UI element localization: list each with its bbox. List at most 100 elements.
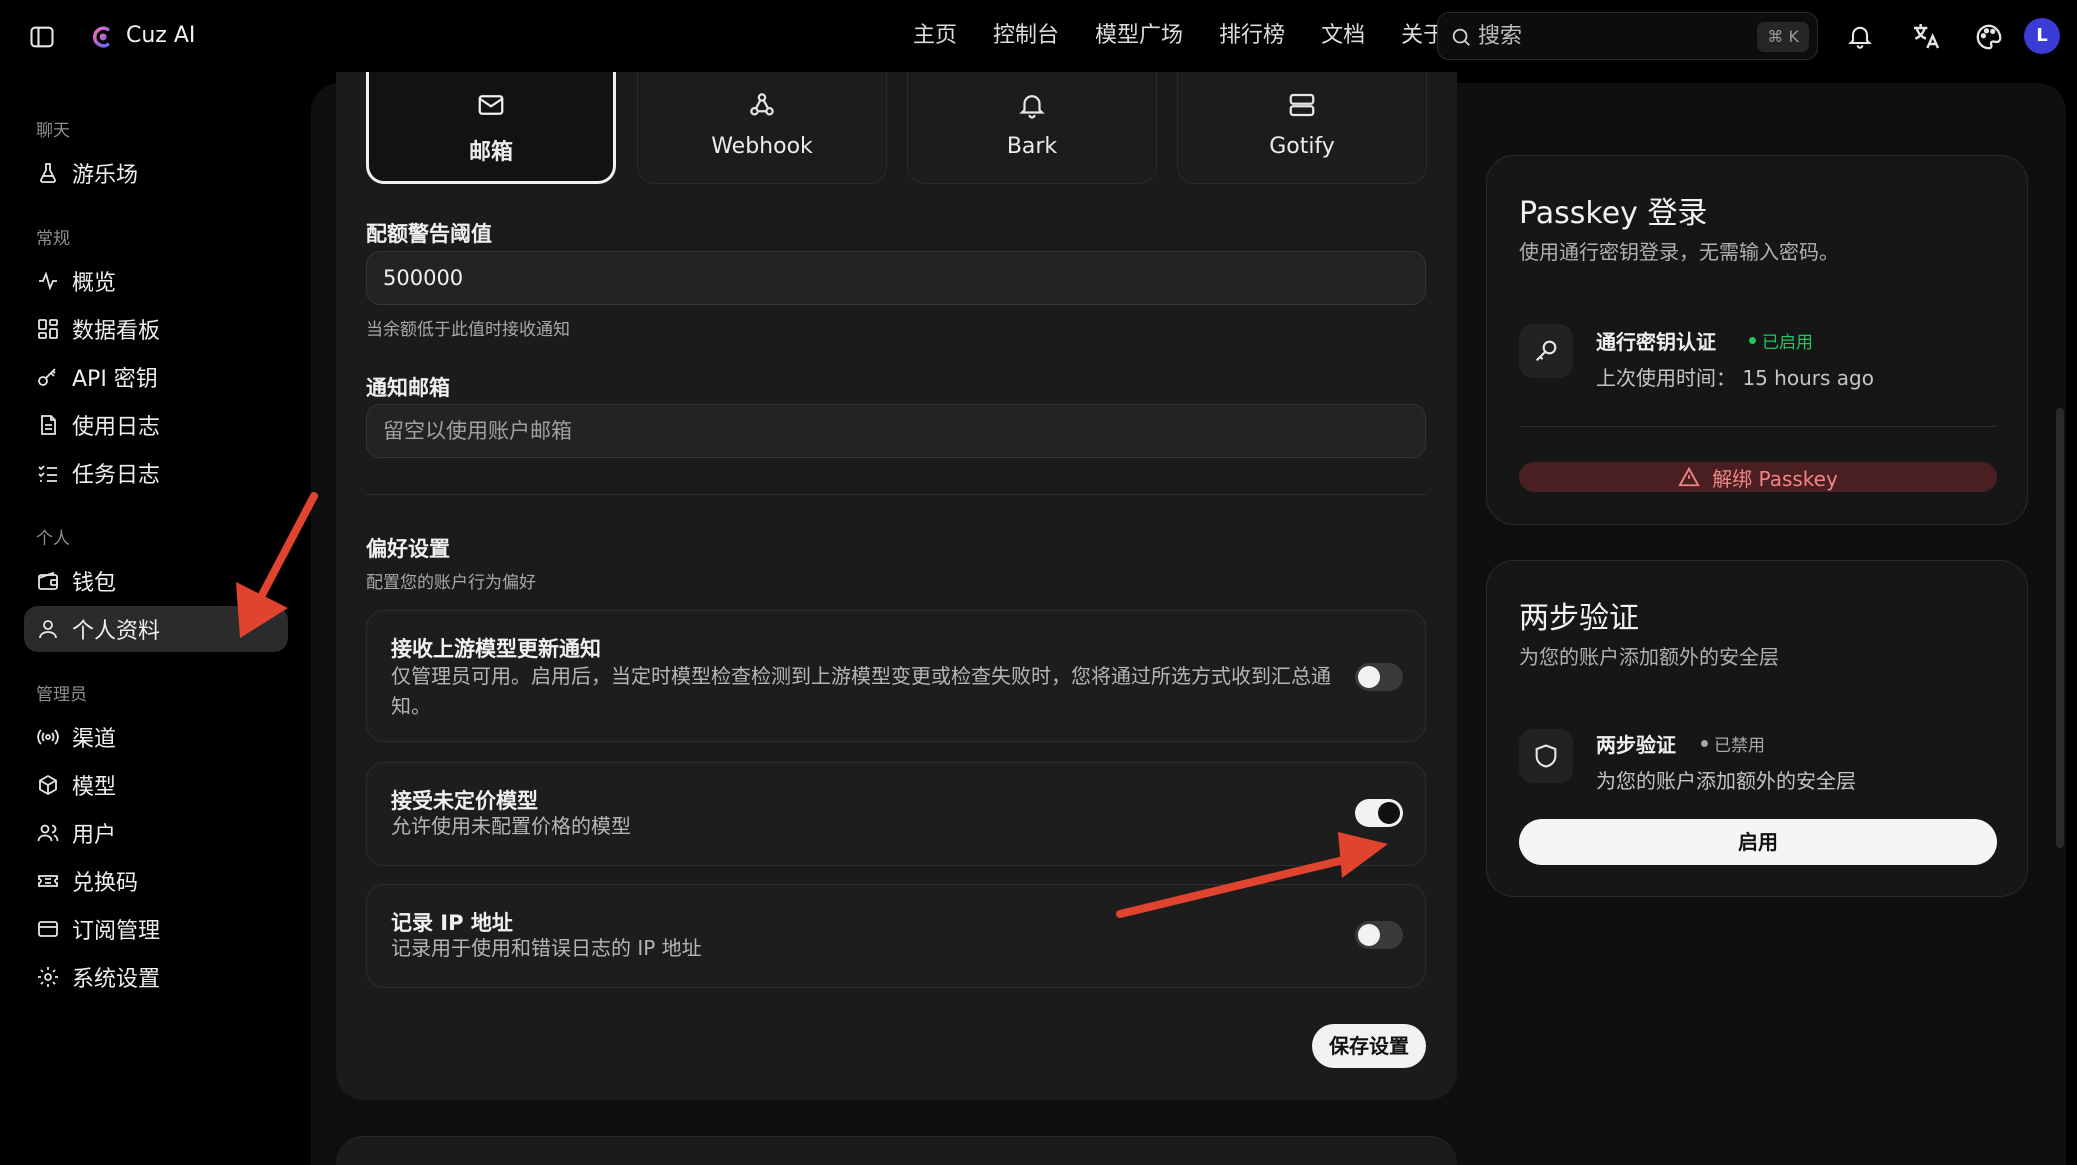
- server-icon: [1289, 93, 1315, 117]
- pref-record-ip: 记录 IP 地址 记录用于使用和错误日志的 IP 地址: [366, 884, 1426, 988]
- theme-palette-icon[interactable]: [1974, 22, 2004, 52]
- search-placeholder: 搜索: [1478, 24, 1523, 49]
- sidebar-item-redeem-codes[interactable]: 兑换码: [24, 858, 288, 904]
- user-avatar[interactable]: L: [2024, 18, 2060, 54]
- accept-unpriced-toggle[interactable]: [1355, 799, 1403, 827]
- gear-icon: [38, 967, 58, 987]
- wallet-icon: [38, 571, 58, 590]
- search-icon: [1450, 26, 1472, 48]
- tab-gotify[interactable]: Gotify: [1177, 72, 1427, 184]
- nav-leaderboard[interactable]: 排行榜: [1201, 18, 1303, 54]
- tab-webhook[interactable]: Webhook: [637, 72, 887, 184]
- sidebar-item-system-settings[interactable]: 系统设置: [24, 954, 288, 1000]
- sidebar-item-usage-logs[interactable]: 使用日志: [24, 402, 288, 448]
- passkey-title: Passkey 登录: [1519, 196, 1708, 231]
- sidebar-item-wallet[interactable]: 钱包: [24, 558, 288, 604]
- notify-email-input[interactable]: 留空以使用账户邮箱: [366, 404, 1426, 458]
- passkey-card: Passkey 登录 使用通行密钥登录，无需输入密码。 通行密钥认证 已启用 上…: [1486, 155, 2028, 525]
- two-factor-card: 两步验证 为您的账户添加额外的安全层 两步验证 已禁用 为您的账户添加额外的安全…: [1486, 560, 2028, 897]
- pref-title: 接收上游模型更新通知: [391, 637, 601, 661]
- notifications-bell-icon[interactable]: [1846, 22, 1874, 50]
- list-checks-icon: [38, 465, 57, 482]
- bell-icon: [1019, 95, 1045, 119]
- tab-bark[interactable]: Bark: [907, 72, 1157, 184]
- key-icon: [1535, 340, 1557, 362]
- enable-2fa-button[interactable]: 启用: [1519, 819, 1997, 865]
- two-factor-item-title: 两步验证: [1596, 733, 1676, 757]
- passkey-divider: [1519, 426, 1997, 427]
- pref-upstream-model-notify: 接收上游模型更新通知 仅管理员可用。启用后，当定时模型检查检测到上游模型变更或检…: [366, 610, 1426, 742]
- sidebar-toggle-icon[interactable]: [28, 23, 56, 51]
- sidebar-section-general: 常规: [36, 229, 70, 249]
- shield-icon: [1535, 744, 1557, 768]
- passkey-icon-box: [1519, 324, 1573, 378]
- next-section-card: [336, 1136, 1457, 1165]
- two-factor-title: 两步验证: [1519, 601, 1639, 636]
- pref-desc: 允许使用未配置价格的模型: [391, 814, 631, 838]
- preferences-subtitle: 配置您的账户行为偏好: [366, 573, 536, 593]
- sidebar-item-users[interactable]: 用户: [24, 810, 288, 856]
- sidebar-item-channels[interactable]: 渠道: [24, 714, 288, 760]
- sidebar-section-admin: 管理员: [36, 685, 87, 705]
- sidebar-item-playground[interactable]: 游乐场: [24, 150, 288, 196]
- pref-accept-unpriced-models: 接受未定价模型 允许使用未配置价格的模型: [366, 762, 1426, 866]
- two-factor-item-desc: 为您的账户添加额外的安全层: [1596, 769, 1856, 793]
- radio-signal-icon: [37, 729, 59, 745]
- mail-icon: [478, 95, 504, 115]
- quota-threshold-help: 当余额低于此值时接收通知: [366, 320, 570, 340]
- quota-threshold-input[interactable]: 500000: [366, 251, 1426, 305]
- webhook-icon: [750, 93, 774, 116]
- pref-desc: 记录用于使用和错误日志的 IP 地址: [391, 936, 702, 960]
- language-icon[interactable]: [1910, 20, 1942, 52]
- nav-model-square[interactable]: 模型广场: [1077, 18, 1201, 54]
- sidebar-item-subscriptions[interactable]: 订阅管理: [24, 906, 288, 952]
- sidebar-item-overview[interactable]: 概览: [24, 258, 288, 304]
- sidebar-item-profile[interactable]: 个人资料: [24, 606, 288, 652]
- logo-icon[interactable]: [88, 23, 116, 51]
- passkey-item-title: 通行密钥认证: [1596, 330, 1716, 354]
- quota-threshold-label: 配额警告阈值: [366, 222, 492, 246]
- passkey-subtitle: 使用通行密钥登录，无需输入密码。: [1519, 240, 1839, 264]
- box-icon: [39, 774, 57, 796]
- search-shortcut-badge: ⌘ K: [1757, 22, 1809, 52]
- two-factor-subtitle: 为您的账户添加额外的安全层: [1519, 645, 1779, 669]
- sidebar-section-personal: 个人: [36, 529, 70, 549]
- sidebar-item-api-keys[interactable]: API 密钥: [24, 354, 288, 400]
- section-divider: [366, 494, 1426, 495]
- main-nav: 主页 控制台 模型广场 排行榜 文档 关于: [895, 18, 1463, 54]
- app-title[interactable]: Cuz AI: [126, 20, 195, 52]
- two-factor-icon-box: [1519, 729, 1573, 783]
- tab-email[interactable]: 邮箱: [366, 72, 616, 184]
- search-input[interactable]: 搜索 ⌘ K: [1437, 12, 1818, 60]
- sidebar-item-models[interactable]: 模型: [24, 762, 288, 808]
- nav-console[interactable]: 控制台: [975, 18, 1077, 54]
- flask-icon: [40, 163, 56, 183]
- pref-desc: 仅管理员可用。启用后，当定时模型检查检测到上游模型变更或检查失败时，您将通过所选…: [391, 664, 1331, 718]
- nav-docs[interactable]: 文档: [1303, 18, 1383, 54]
- credit-card-icon: [38, 921, 58, 937]
- warning-triangle-icon: [1678, 466, 1700, 487]
- user-icon: [39, 620, 57, 639]
- passkey-last-used: 上次使用时间： 15 hours ago: [1596, 366, 1874, 390]
- record-ip-toggle[interactable]: [1355, 921, 1403, 949]
- file-text-icon: [41, 415, 56, 435]
- nav-home[interactable]: 主页: [895, 18, 975, 54]
- key-icon: [38, 368, 56, 386]
- preferences-title: 偏好设置: [366, 537, 450, 561]
- sidebar-item-dashboard[interactable]: 数据看板: [24, 306, 288, 352]
- sidebar-item-task-logs[interactable]: 任务日志: [24, 450, 288, 496]
- status-badge: 已禁用: [1701, 731, 1765, 756]
- users-icon: [37, 824, 59, 842]
- status-badge: 已启用: [1749, 328, 1813, 353]
- notify-email-label: 通知邮箱: [366, 376, 450, 400]
- dashboard-grid-icon: [38, 319, 58, 339]
- scrollbar[interactable]: [2056, 408, 2064, 848]
- activity-icon: [39, 271, 57, 291]
- sidebar: 聊天 游乐场 常规 概览 数据看板 API 密钥 使用日志 任务日志 个人 钱包…: [0, 72, 300, 1165]
- top-bar: Cuz AI 主页 控制台 模型广场 排行榜 文档 关于 搜索 ⌘ K L: [0, 0, 2077, 72]
- upstream-notify-toggle[interactable]: [1355, 663, 1403, 691]
- sidebar-section-chat: 聊天: [36, 121, 70, 141]
- save-settings-button[interactable]: 保存设置: [1312, 1024, 1426, 1068]
- unbind-passkey-button[interactable]: 解绑 Passkey: [1519, 462, 1997, 492]
- ticket-icon: [38, 875, 58, 887]
